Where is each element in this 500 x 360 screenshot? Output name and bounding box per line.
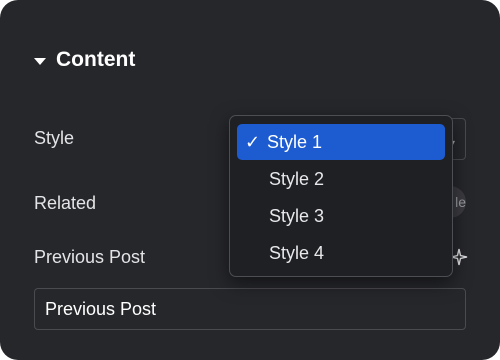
check-icon: ✓ <box>245 131 261 152</box>
toggle-text: le <box>455 194 466 210</box>
option-label: Style 2 <box>269 168 325 189</box>
dropdown-option-style-3[interactable]: Style 3 <box>237 198 445 234</box>
dropdown-option-style-2[interactable]: Style 2 <box>237 161 445 197</box>
content-panel: Content Style ▾ Related le Previous Post… <box>0 0 500 360</box>
content-section-header[interactable]: Content <box>34 48 135 72</box>
previous-post-label: Previous Post <box>34 247 146 267</box>
style-label: Style <box>34 128 75 148</box>
related-label: Related <box>34 193 97 213</box>
dropdown-option-style-1[interactable]: ✓ Style 1 <box>237 124 445 160</box>
option-label: Style 4 <box>269 242 325 263</box>
dropdown-option-style-4[interactable]: Style 4 <box>237 235 445 271</box>
style-dropdown-menu: ✓ Style 1 Style 2 Style 3 Style 4 <box>229 115 453 277</box>
option-label: Style 3 <box>269 205 325 226</box>
previous-post-input[interactable] <box>34 288 466 330</box>
option-label: Style 1 <box>267 131 323 152</box>
section-title: Content <box>56 48 136 71</box>
caret-down-icon <box>34 57 46 65</box>
